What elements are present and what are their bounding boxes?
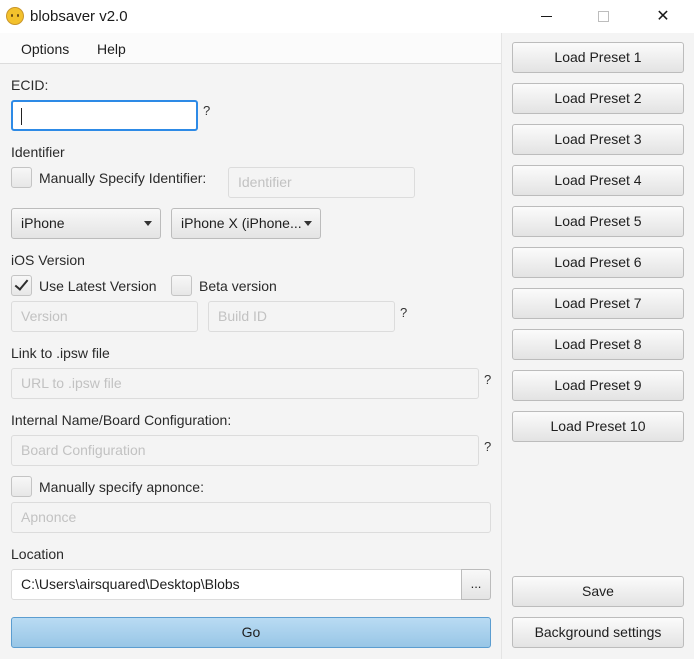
ipsw-url-input[interactable]: URL to .ipsw file bbox=[11, 368, 479, 399]
manual-identifier-checkbox[interactable] bbox=[11, 167, 32, 188]
maximize-icon bbox=[597, 11, 609, 23]
menu-options[interactable]: Options bbox=[21, 41, 69, 57]
title-bar: blobsaver v2.0 ✕ bbox=[0, 0, 694, 33]
device-model-select[interactable]: iPhone X (iPhone... bbox=[171, 208, 321, 239]
load-preset-10-button[interactable]: Load Preset 10 bbox=[512, 411, 684, 442]
menu-help[interactable]: Help bbox=[97, 41, 126, 57]
close-button[interactable]: ✕ bbox=[640, 0, 686, 33]
browse-button[interactable]: ... bbox=[461, 569, 491, 600]
checkmark-icon bbox=[14, 276, 29, 291]
device-type-value: iPhone bbox=[21, 215, 65, 231]
board-config-input[interactable]: Board Configuration bbox=[11, 435, 479, 466]
location-label: Location bbox=[11, 546, 64, 562]
text-caret bbox=[21, 107, 22, 125]
ecid-help[interactable]: ? bbox=[203, 103, 210, 118]
chevron-down-icon bbox=[304, 221, 312, 226]
ecid-label: ECID: bbox=[11, 77, 49, 93]
ios-version-section-label: iOS Version bbox=[11, 252, 85, 268]
use-latest-checkbox[interactable] bbox=[11, 275, 32, 296]
background-settings-button[interactable]: Background settings bbox=[512, 617, 684, 648]
load-preset-5-button[interactable]: Load Preset 5 bbox=[512, 206, 684, 237]
load-preset-4-button[interactable]: Load Preset 4 bbox=[512, 165, 684, 196]
load-preset-8-button[interactable]: Load Preset 8 bbox=[512, 329, 684, 360]
device-model-value: iPhone X (iPhone... bbox=[181, 215, 302, 231]
ecid-input[interactable] bbox=[11, 100, 198, 131]
main-form-panel: Options Help ECID: ? Identifier Manually… bbox=[0, 33, 501, 659]
identifier-section-label: Identifier bbox=[11, 144, 65, 160]
window-title: blobsaver v2.0 bbox=[30, 8, 128, 25]
apnonce-input[interactable]: Apnonce bbox=[11, 502, 491, 533]
manual-identifier-label: Manually Specify Identifier: bbox=[39, 170, 207, 186]
minimize-icon bbox=[540, 16, 552, 18]
minimize-button[interactable] bbox=[523, 0, 569, 33]
go-button[interactable]: Go bbox=[11, 617, 491, 648]
device-type-select[interactable]: iPhone bbox=[11, 208, 161, 239]
menu-bar: Options Help bbox=[0, 33, 501, 64]
apnonce-label: Manually specify apnonce: bbox=[39, 479, 204, 495]
ios-version-help[interactable]: ? bbox=[400, 305, 407, 320]
load-preset-6-button[interactable]: Load Preset 6 bbox=[512, 247, 684, 278]
use-latest-label: Use Latest Version bbox=[39, 278, 157, 294]
build-id-input[interactable]: Build ID bbox=[208, 301, 395, 332]
load-preset-1-button[interactable]: Load Preset 1 bbox=[512, 42, 684, 73]
beta-checkbox[interactable] bbox=[171, 275, 192, 296]
load-preset-3-button[interactable]: Load Preset 3 bbox=[512, 124, 684, 155]
beta-label: Beta version bbox=[199, 278, 277, 294]
maximize-button[interactable] bbox=[580, 0, 626, 33]
ipsw-label: Link to .ipsw file bbox=[11, 345, 110, 361]
save-button[interactable]: Save bbox=[512, 576, 684, 607]
location-input[interactable]: C:\Users\airsquared\Desktop\Blobs bbox=[11, 569, 462, 600]
ipsw-help[interactable]: ? bbox=[484, 372, 491, 387]
board-config-label: Internal Name/Board Configuration: bbox=[11, 412, 232, 428]
identifier-input[interactable]: Identifier bbox=[228, 167, 415, 198]
version-input[interactable]: Version bbox=[11, 301, 198, 332]
presets-panel: Load Preset 1 Load Preset 2 Load Preset … bbox=[501, 33, 694, 659]
board-config-help[interactable]: ? bbox=[484, 439, 491, 454]
load-preset-7-button[interactable]: Load Preset 7 bbox=[512, 288, 684, 319]
apnonce-checkbox[interactable] bbox=[11, 476, 32, 497]
blob-icon bbox=[6, 7, 24, 25]
load-preset-2-button[interactable]: Load Preset 2 bbox=[512, 83, 684, 114]
load-preset-9-button[interactable]: Load Preset 9 bbox=[512, 370, 684, 401]
chevron-down-icon bbox=[144, 221, 152, 226]
